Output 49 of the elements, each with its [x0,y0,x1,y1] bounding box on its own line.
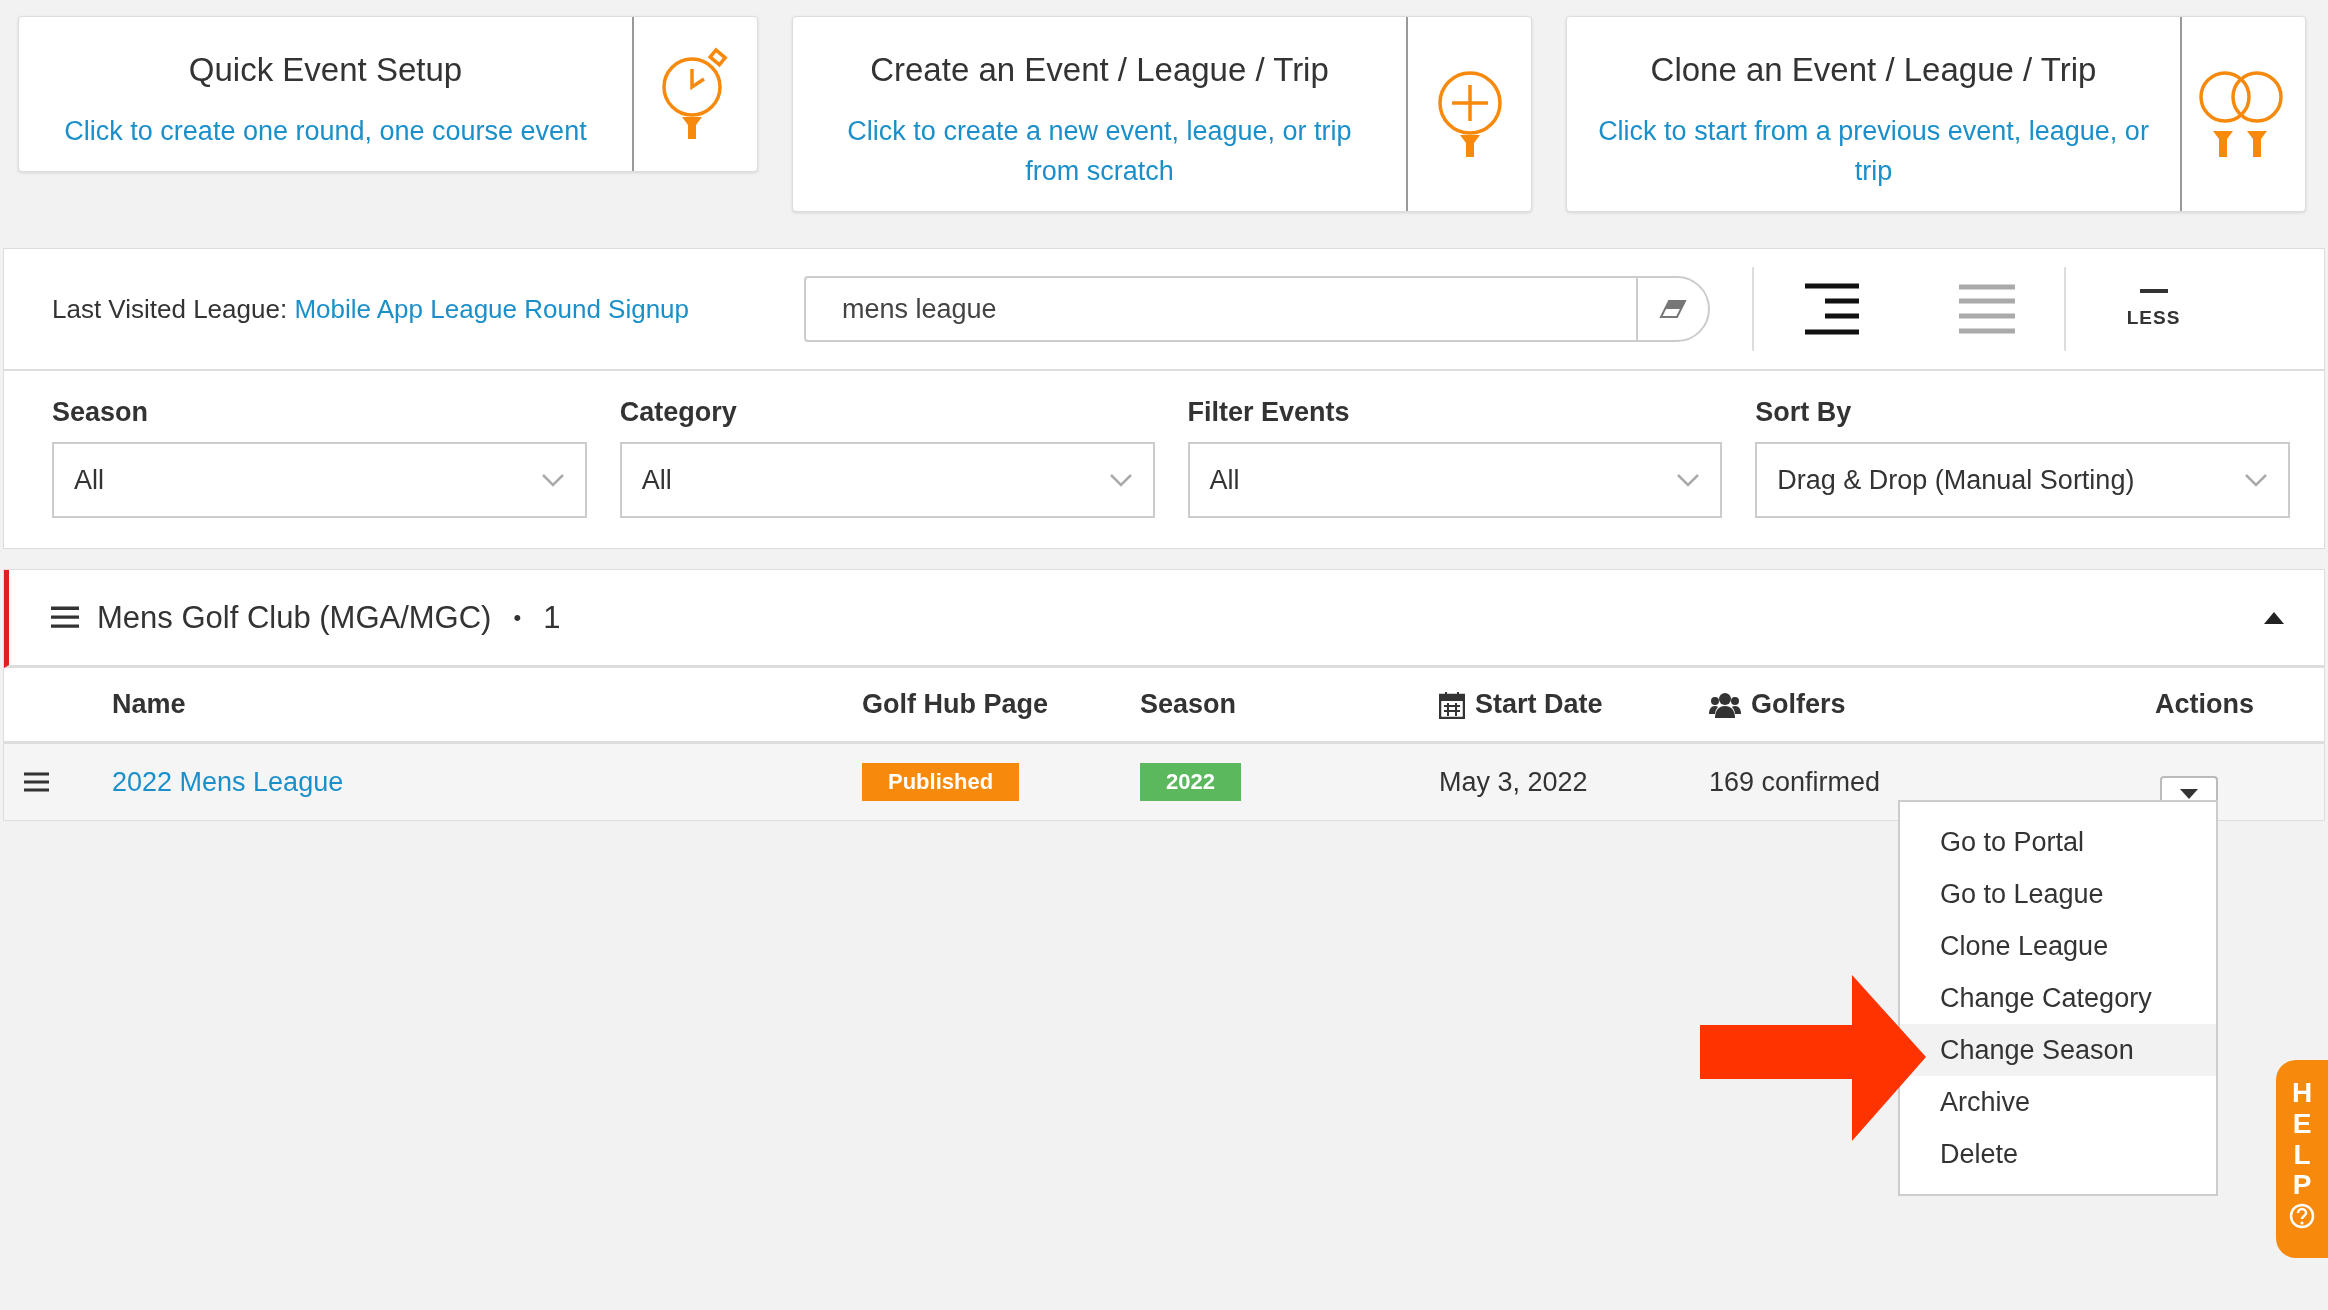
column-header: Golf Hub Page [862,689,1048,720]
chevron-down-icon [1676,473,1701,487]
caret-up-icon [2264,611,2284,624]
separator-dot: • [513,604,522,631]
minus-icon [2139,289,2168,293]
collapse-button[interactable] [2264,611,2284,624]
eraser-icon [1659,299,1687,319]
filter-select[interactable]: Drag & Drop (Manual Sorting) [1755,442,2290,518]
status-badge: Published [862,763,1020,801]
column-header: Season [1140,689,1237,720]
table-cell-text: May 3, 2022 [1439,766,1589,798]
align-right-icon [1802,283,1861,335]
card-title: Clone an Event / League / Trip [1650,51,2097,89]
filter-label: Sort By [1755,397,1853,428]
menu-icon[interactable] [24,772,49,792]
filter-label: Filter Events [1187,397,1351,428]
card-link[interactable]: Click to create one round, one course event [64,111,587,151]
group-name: Mens Golf Club (MGA/MGC) [97,599,492,636]
card-link[interactable]: Click to start from a previous event, league, or trip [1591,111,2156,191]
list-lines-icon [1956,283,2017,335]
column-header: Golfers [1751,689,1846,720]
season-badge: 2022 [1140,763,1241,801]
action-card[interactable]: Clone an Event / League / Trip Click to start from a previous event, league, or trip [1566,16,2306,212]
menu-item[interactable]: Change Season [1900,1024,2216,1076]
calendar-icon [1439,690,1465,719]
card-title: Quick Event Setup [188,51,463,89]
filter-select[interactable]: All [619,442,1155,518]
filter-select[interactable]: All [1187,442,1723,518]
action-card[interactable]: Quick Event Setup Click to create one round, one course event [18,16,758,172]
chevron-down-icon [1108,473,1133,487]
menu-icon[interactable] [51,606,79,629]
filter-select[interactable]: All [52,442,587,518]
table-cell-text: 169 confirmed [1709,766,1882,798]
card-link[interactable]: Click to create a new event, league, or trip from scratch [817,111,1382,191]
column-header: Start Date [1475,689,1603,720]
chevron-down-icon [540,473,565,487]
last-visited-link[interactable]: Mobile App League Round Signup [294,294,690,324]
less-button[interactable]: LESS [2066,288,2241,330]
card-title: Create an Event / League / Trip [870,51,1329,89]
help-icon [2289,1203,2315,1230]
users-icon [1709,691,1741,718]
group-count: 1 [543,599,561,636]
last-visited-label: Last Visited League: [52,294,288,324]
filter-label: Category [619,397,738,428]
chevron-down-icon [2244,473,2268,487]
column-header: Actions [2155,689,2254,720]
filter-label: Season [52,397,150,428]
column-header: Name [112,689,186,720]
action-card[interactable]: Create an Event / League / Trip Click to create a new event, league, or trip from scratch [792,16,1532,212]
